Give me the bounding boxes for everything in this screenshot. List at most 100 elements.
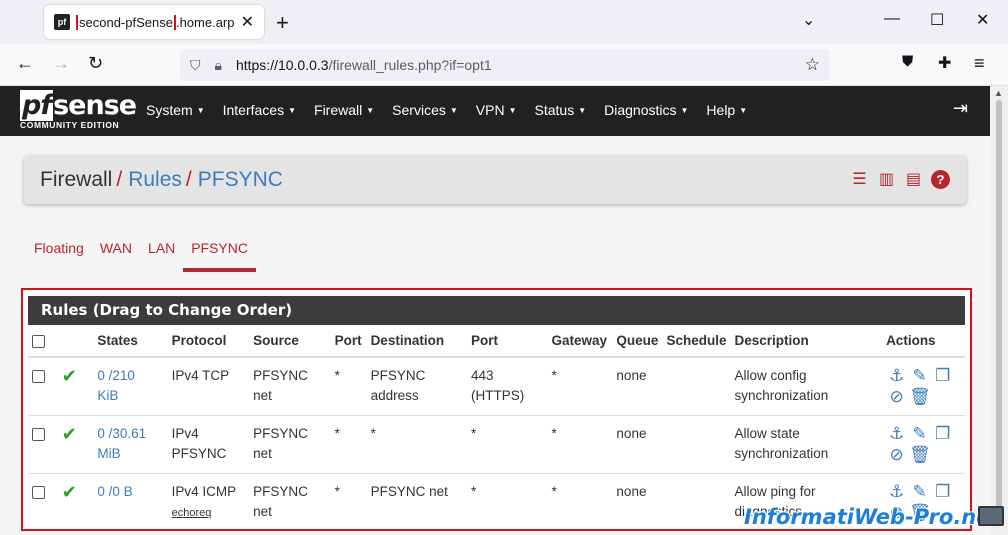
breadcrumb-firewall: Firewall xyxy=(40,168,113,191)
caret-down-icon: ▼ xyxy=(578,106,587,116)
main-menu: System ▼ Interfaces ▼ Firewall ▼ Services ▼ … xyxy=(137,86,756,136)
page-scrollbar[interactable]: ▲ xyxy=(990,86,1008,535)
interface-tabs: Floating WAN LAN PFSYNC xyxy=(26,234,256,274)
tab-close-icon[interactable]: ✕ xyxy=(241,12,254,32)
row-checkbox[interactable] xyxy=(32,428,45,441)
new-tab-icon[interactable]: + xyxy=(276,10,289,36)
help-icon[interactable]: ? xyxy=(931,170,950,189)
anchor-icon[interactable]: ⚓ xyxy=(886,366,907,386)
caret-down-icon: ▼ xyxy=(508,106,517,116)
icmp-type-link[interactable]: echoreq xyxy=(172,507,212,519)
settings-sliders-icon[interactable]: ☰ xyxy=(850,170,869,189)
edit-pencil-icon[interactable]: ✎ xyxy=(909,366,930,386)
menu-status[interactable]: Status ▼ xyxy=(526,86,596,136)
col-gateway: Gateway xyxy=(547,325,613,358)
col-port: Port xyxy=(330,325,367,358)
bar-chart-icon[interactable]: ▥ xyxy=(877,170,896,189)
states-link[interactable]: 0 /0 B xyxy=(97,484,132,499)
select-all-checkbox[interactable] xyxy=(32,334,45,348)
forward-icon[interactable]: → xyxy=(52,53,70,74)
anchor-icon[interactable]: ⚓ xyxy=(886,482,907,502)
states-link[interactable]: 0 /30.61 MiB xyxy=(97,426,146,461)
watermark: InformatiWeb-Pro.net xyxy=(744,505,1001,529)
page-content: pfsense COMMUNITY EDITION System ▼ Interf… xyxy=(0,86,990,535)
url-text[interactable]: https://10.0.0.3/firewall_rules.php?if=o… xyxy=(236,57,492,73)
col-source: Source xyxy=(249,325,331,358)
states-link[interactable]: 0 /210 KiB xyxy=(97,368,135,403)
tab-pfsync[interactable]: PFSYNC xyxy=(183,234,256,272)
menu-icon[interactable]: ≡ xyxy=(974,53,985,74)
browser-tab-bar: pf second-pfSense.home.arpa - Fi ✕ + ⌄ —… xyxy=(0,0,1008,44)
col-protocol: Protocol xyxy=(167,325,250,358)
rules-panel: Rules (Drag to Change Order) States Prot… xyxy=(21,288,972,531)
disable-icon[interactable]: ⊘ xyxy=(886,445,907,465)
tab-floating[interactable]: Floating xyxy=(26,234,92,272)
bookmark-star-icon[interactable]: ☆ xyxy=(805,55,820,75)
caret-down-icon: ▼ xyxy=(288,106,297,116)
tab-title: second-pfSense.home.arpa - Fi xyxy=(76,14,235,30)
caret-down-icon: ▼ xyxy=(680,106,689,116)
caret-down-icon: ▼ xyxy=(366,106,375,116)
maximize-icon[interactable]: ☐ xyxy=(930,10,944,30)
back-icon[interactable]: ← xyxy=(16,53,34,74)
tab-list-icon[interactable]: ⌄ xyxy=(802,10,815,30)
pfsense-logo[interactable]: pfsense COMMUNITY EDITION xyxy=(20,90,137,132)
table-header-row: States Protocol Source Port Destination … xyxy=(28,325,965,358)
url-bar[interactable]: ⛉ 🔒︎ https://10.0.0.3/firewall_rules.php… xyxy=(180,49,830,81)
row-checkbox[interactable] xyxy=(32,370,45,383)
menu-firewall[interactable]: Firewall ▼ xyxy=(305,86,383,136)
caret-down-icon: ▼ xyxy=(739,106,748,116)
pass-check-icon: ✔ xyxy=(61,366,77,386)
menu-diagnostics[interactable]: Diagnostics ▼ xyxy=(595,86,697,136)
minimize-icon[interactable]: — xyxy=(884,10,900,28)
menu-help[interactable]: Help ▼ xyxy=(697,86,756,136)
panel-title: Rules (Drag to Change Order) xyxy=(28,296,965,325)
trash-icon[interactable]: 🗑︎ xyxy=(909,387,931,407)
menu-interfaces[interactable]: Interfaces ▼ xyxy=(214,86,305,136)
menu-vpn[interactable]: VPN ▼ xyxy=(467,86,526,136)
watermark-laptop-icon xyxy=(978,506,1004,526)
pfsense-favicon-icon: pf xyxy=(54,14,70,30)
tab-lan[interactable]: LAN xyxy=(140,234,183,272)
row-checkbox[interactable] xyxy=(32,486,45,499)
disable-icon[interactable]: ⊘ xyxy=(886,387,907,407)
caret-down-icon: ▼ xyxy=(196,106,205,116)
col-dest-port: Port xyxy=(467,325,548,358)
breadcrumb-pfsync[interactable]: PFSYNC xyxy=(198,168,283,191)
list-icon[interactable]: ▤ xyxy=(904,170,923,189)
copy-icon[interactable]: ❐ xyxy=(932,424,953,444)
breadcrumb-rules[interactable]: Rules xyxy=(128,168,182,191)
close-window-icon[interactable]: ✕ xyxy=(976,10,989,30)
shield-icon[interactable]: ⛉ xyxy=(190,57,201,74)
col-queue: Queue xyxy=(612,325,663,358)
menu-services[interactable]: Services ▼ xyxy=(383,86,467,136)
extensions-icon[interactable]: ✚ xyxy=(938,53,951,73)
rules-table: States Protocol Source Port Destination … xyxy=(28,325,965,529)
col-states: States xyxy=(93,325,168,358)
menu-system[interactable]: System ▼ xyxy=(137,86,214,136)
browser-tab[interactable]: pf second-pfSense.home.arpa - Fi ✕ xyxy=(44,5,264,39)
pocket-icon[interactable]: ⛊ xyxy=(902,53,913,70)
col-description: Description xyxy=(730,325,883,358)
col-destination: Destination xyxy=(366,325,468,358)
tab-title-highlight: second-pfSense xyxy=(76,14,176,30)
scroll-up-icon[interactable]: ▲ xyxy=(994,88,1003,98)
col-actions: Actions xyxy=(882,325,965,358)
table-row[interactable]: ✔ 0 /210 KiB IPv4 TCP PFSYNC net * PFSYNC a… xyxy=(28,357,965,416)
logout-icon[interactable]: ⇥ xyxy=(953,98,968,119)
scroll-thumb[interactable] xyxy=(996,100,1002,520)
copy-icon[interactable]: ❐ xyxy=(932,366,953,386)
table-row[interactable]: ✔ 0 /30.61 MiB IPv4 PFSYNC PFSYNC net * * *… xyxy=(28,415,965,474)
anchor-icon[interactable]: ⚓ xyxy=(886,424,907,444)
pfsense-top-nav: pfsense COMMUNITY EDITION System ▼ Interf… xyxy=(0,86,990,136)
copy-icon[interactable]: ❐ xyxy=(932,482,953,502)
pass-check-icon: ✔ xyxy=(61,482,77,502)
reload-icon[interactable]: ↻ xyxy=(88,53,103,74)
breadcrumb: Firewall / Rules / PFSYNC ☰ ▥ ▤ ? xyxy=(24,156,966,204)
tab-wan[interactable]: WAN xyxy=(92,234,140,272)
edit-pencil-icon[interactable]: ✎ xyxy=(909,482,930,502)
trash-icon[interactable]: 🗑︎ xyxy=(909,445,931,465)
lock-icon[interactable]: 🔒︎ xyxy=(215,57,222,74)
col-schedule: Schedule xyxy=(662,325,731,358)
edit-pencil-icon[interactable]: ✎ xyxy=(909,424,930,444)
